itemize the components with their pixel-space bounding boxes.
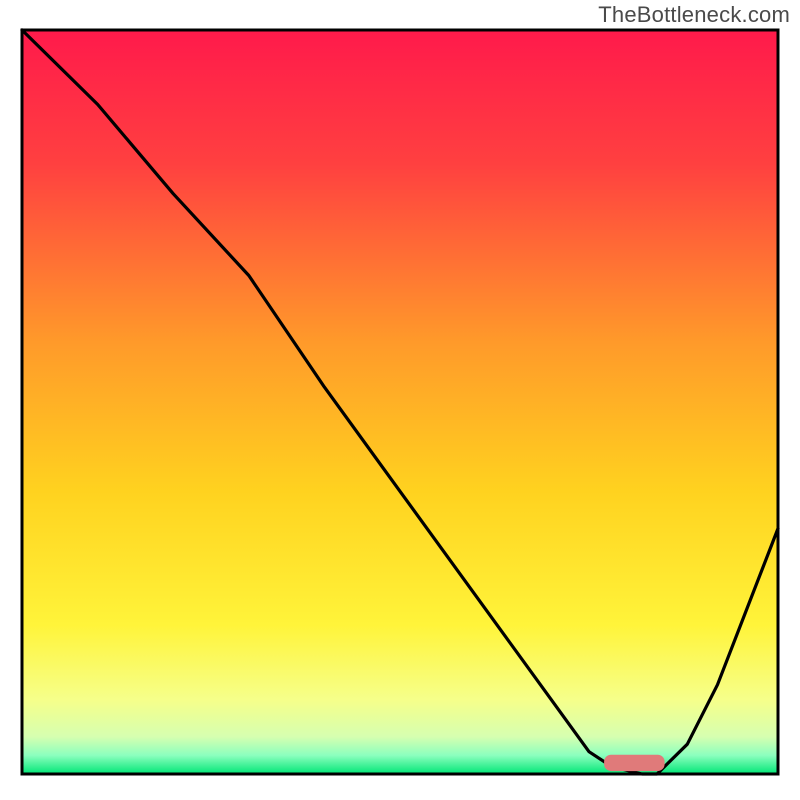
bottleneck-plot — [0, 0, 800, 800]
chart-container: TheBottleneck.com — [0, 0, 800, 800]
watermark-text: TheBottleneck.com — [598, 2, 790, 28]
plot-area — [22, 30, 778, 774]
optimal-marker — [604, 755, 665, 771]
